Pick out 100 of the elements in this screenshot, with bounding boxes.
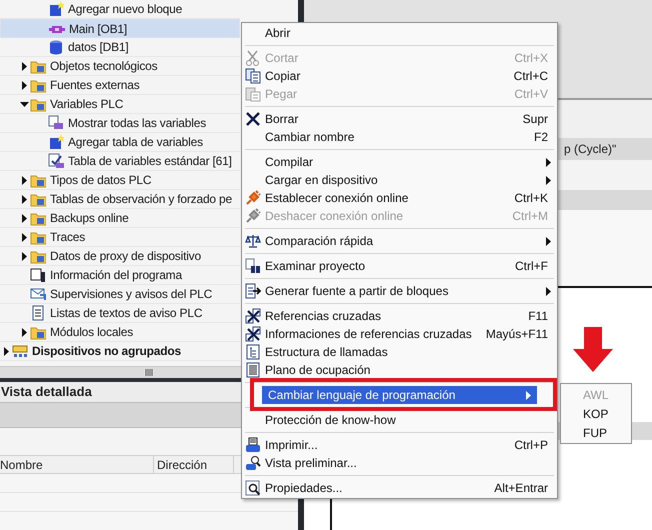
expand-triangle-icon[interactable]	[20, 176, 29, 184]
expand-triangle-icon[interactable]	[20, 194, 29, 204]
menu-item[interactable]: Propiedades... Alt+Entrar	[242, 479, 557, 497]
tree-item[interactable]: Tablas de observación y forzado pe	[0, 190, 240, 209]
shortcut-label: Ctrl+X	[514, 50, 549, 67]
grid-document-icon	[245, 362, 261, 378]
grip-icon	[145, 369, 153, 376]
tree-item[interactable]: Tipos de datos PLC	[0, 171, 240, 190]
menu-item[interactable]: Estructura de llamadas	[242, 343, 557, 361]
tree-item[interactable]: Variables PLC	[0, 95, 240, 114]
shortcut-label: Ctrl+C	[514, 68, 549, 85]
collapse-triangle-icon[interactable]	[20, 100, 29, 108]
shortcut-label: Alt+Entrar	[494, 480, 549, 497]
tree-item-label: Tabla de variables estándar [61]	[68, 153, 232, 170]
shortcut-label: Ctrl+V	[514, 86, 549, 103]
shortcut-label: F11	[528, 308, 549, 325]
tree-item[interactable]: Dispositivos no agrupados	[0, 342, 240, 361]
tree-item[interactable]: Main [OB1]	[0, 19, 240, 38]
tag-list-icon	[48, 115, 64, 131]
shortcut-label: F2	[534, 129, 549, 146]
document-icon	[30, 305, 46, 321]
tree-item-label: Tipos de datos PLC	[50, 172, 152, 189]
cross-reference-icon	[245, 326, 261, 342]
menu-item[interactable]: Imprimir... Ctrl+P	[242, 436, 557, 454]
tree-item[interactable]: Fuentes externas	[0, 76, 240, 95]
tree-item[interactable]: Datos de proxy de dispositivo	[0, 247, 240, 266]
expand-triangle-icon[interactable]	[20, 232, 29, 242]
block-title: p (Cycle)"	[564, 141, 616, 158]
tree-item[interactable]: Módulos locales	[0, 323, 240, 342]
expand-triangle-icon[interactable]	[20, 214, 29, 222]
plug-icon	[245, 208, 261, 224]
tree-item[interactable]: Tabla de variables estándar [61]	[0, 152, 240, 171]
column-header[interactable]: Nombre	[0, 456, 154, 473]
tree-item[interactable]: datos [DB1]	[0, 38, 240, 57]
magnifier-icon	[245, 455, 261, 471]
shortcut-label: Ctrl+P	[514, 437, 549, 454]
shortcut-label: Ctrl+K	[514, 190, 549, 207]
tree-item-label: Supervisiones y avisos del PLC	[50, 286, 212, 303]
menu-item[interactable]: Plano de ocupación	[242, 361, 557, 379]
tree-item[interactable]: Objetos tecnológicos	[0, 57, 240, 76]
menu-item[interactable]: Abrir	[242, 24, 557, 42]
menu-item[interactable]: Establecer conexión online Ctrl+K	[242, 189, 557, 207]
delete-icon	[245, 111, 261, 127]
menu-item[interactable]: Informaciones de referencias cruzadas Mayús+F11	[242, 325, 557, 343]
devices-icon	[12, 343, 28, 359]
document-arrow-icon	[245, 283, 261, 299]
database-icon	[48, 39, 64, 55]
tree-item-label: Fuentes externas	[50, 77, 140, 94]
shortcut-label: Mayús+F11	[486, 326, 549, 343]
properties-icon	[245, 480, 261, 496]
tree-item[interactable]: Mostrar todas las variables	[0, 114, 240, 133]
tree-item-label: Traces	[50, 229, 86, 246]
menu-item[interactable]: Generar fuente a partir de bloques	[242, 282, 557, 300]
tree-item-label: Mostrar todas las variables	[68, 115, 206, 132]
menu-item[interactable]: Cambiar lenguaje de programación	[262, 386, 537, 404]
printer-icon	[245, 437, 261, 453]
submenu-item[interactable]: KOP	[561, 404, 631, 423]
tree-item[interactable]: Traces	[0, 228, 240, 247]
submenu-item[interactable]: FUP	[561, 423, 631, 442]
column-header[interactable]: Dirección	[154, 456, 234, 473]
copy-icon	[245, 68, 261, 84]
tree-item-label: Datos de proxy de dispositivo	[50, 248, 201, 265]
tree-item[interactable]: Backups online	[0, 209, 240, 228]
tree-item-label: datos [DB1]	[68, 39, 129, 56]
add-block-icon	[48, 134, 64, 150]
tree-item-label: Agregar tabla de variables	[68, 134, 203, 151]
menu-item[interactable]: Referencias cruzadas F11	[242, 307, 557, 325]
scale-icon	[245, 233, 261, 249]
shortcut-label: Ctrl+F	[515, 258, 549, 275]
menu-item[interactable]: Borrar Supr	[242, 110, 557, 128]
expand-triangle-icon[interactable]	[20, 252, 29, 260]
tree-item-label: Variables PLC	[50, 96, 124, 113]
tree-item-label: Módulos locales	[50, 324, 134, 341]
tree-item[interactable]: Supervisiones y avisos del PLC	[0, 285, 240, 304]
paste-icon	[245, 86, 261, 102]
expand-triangle-icon[interactable]	[20, 80, 29, 90]
menu-item[interactable]: Copiar Ctrl+C	[242, 67, 557, 85]
tree-item-label: Agregar nuevo bloque	[68, 1, 182, 18]
menu-item[interactable]: Cargar en dispositivo	[242, 171, 557, 189]
menu-item[interactable]: Compilar	[242, 153, 557, 171]
tree-item[interactable]: Información del programa	[0, 266, 240, 285]
tree-item[interactable]: Listas de textos de aviso PLC	[0, 304, 240, 323]
panel-title: Vista detallada	[0, 383, 92, 402]
cut-icon	[245, 50, 261, 66]
cross-reference-icon	[245, 308, 261, 324]
tree-item-label: Listas de textos de aviso PLC	[50, 305, 202, 322]
add-block-icon	[48, 1, 64, 17]
menu-item[interactable]: Comparación rápida	[242, 232, 557, 250]
menu-item[interactable]: Examinar proyecto Ctrl+F	[242, 257, 557, 275]
tree-item-label: Main [OB1]	[69, 20, 128, 38]
menu-item[interactable]: Cambiar nombre F2	[242, 128, 557, 146]
down-arrow-icon	[573, 327, 613, 372]
tree-item-label: Objetos tecnológicos	[50, 58, 158, 75]
envelope-icon	[30, 286, 46, 302]
expand-triangle-icon[interactable]	[20, 328, 29, 336]
tree-item[interactable]: Agregar tabla de variables	[0, 133, 240, 152]
menu-item[interactable]: Protección de know-how	[242, 411, 557, 429]
expand-triangle-icon[interactable]	[20, 62, 29, 70]
menu-item[interactable]: Vista preliminar...	[242, 454, 557, 472]
expand-triangle-icon[interactable]	[2, 346, 11, 356]
